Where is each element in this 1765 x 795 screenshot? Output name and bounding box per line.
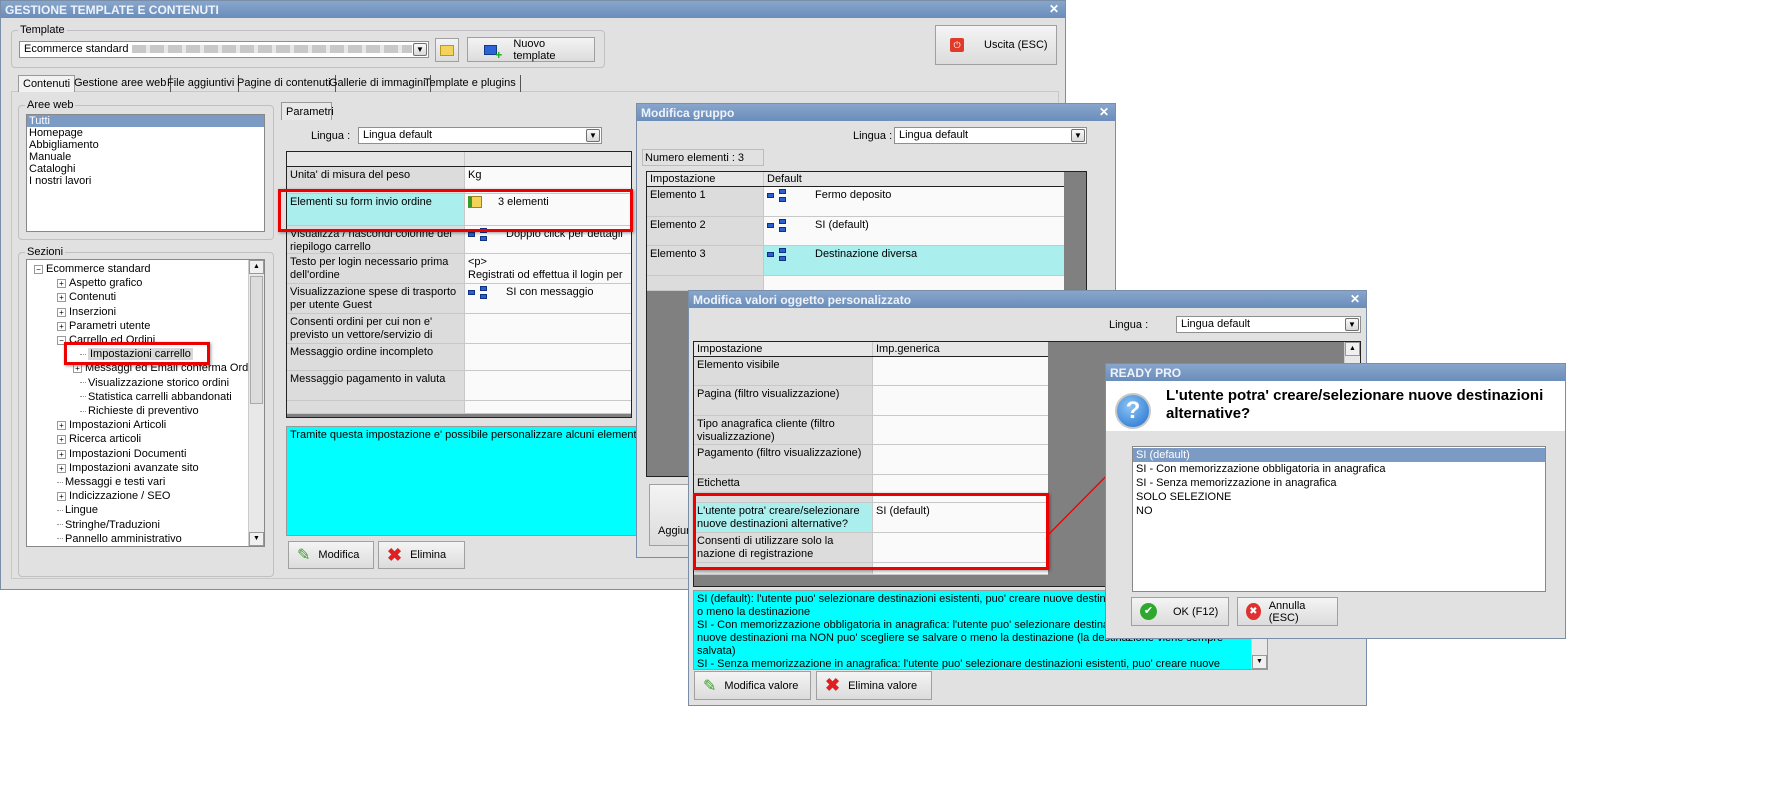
ready-pro-dialog: READY PRO ? L'utente potra' creare/selez… <box>1105 363 1566 639</box>
question-text: L'utente potra' creare/selezionare nuove… <box>1166 387 1544 422</box>
options-list[interactable]: SI (default) SI - Con memorizzazione obbl… <box>1132 446 1546 592</box>
cancel-label: Annulla (ESC) <box>1268 599 1306 624</box>
option-item[interactable]: SI - Con memorizzazione obbligatoria in … <box>1133 462 1545 476</box>
check-icon: ✔ <box>1140 603 1157 620</box>
cancel-button[interactable]: ✖ Annulla (ESC) <box>1237 597 1338 626</box>
option-item[interactable]: NO <box>1133 504 1545 518</box>
ok-label: OK (F12) <box>1173 605 1219 618</box>
option-item[interactable]: SI (default) <box>1133 448 1545 462</box>
option-item[interactable]: SOLO SELEZIONE <box>1133 490 1545 504</box>
cancel-icon: ✖ <box>1246 603 1261 620</box>
dialog-title-text: READY PRO <box>1110 366 1182 380</box>
question-icon: ? <box>1115 393 1151 429</box>
ok-button[interactable]: ✔ OK (F12) <box>1131 597 1229 626</box>
option-item[interactable]: SI - Senza memorizzazione in anagrafica <box>1133 476 1545 490</box>
dialog-title: READY PRO <box>1106 364 1565 381</box>
